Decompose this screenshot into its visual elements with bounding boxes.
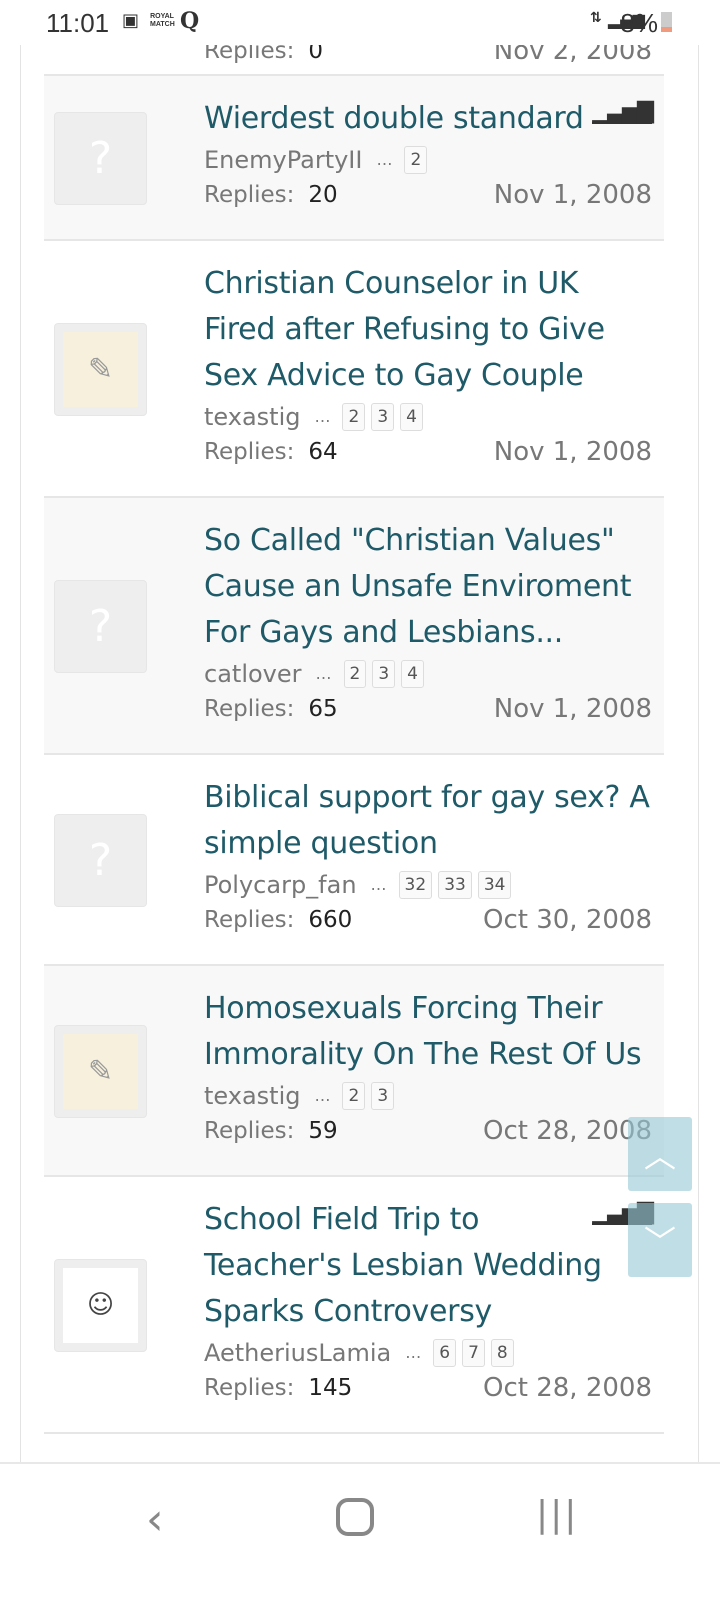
thread-author[interactable]: AetheriusLamia: [204, 1335, 391, 1371]
scroll-to-top-button[interactable]: ︿: [628, 1117, 692, 1191]
thread-row[interactable]: ☺ ▁▃▅▇ School Field Trip to Teacher's Lesb…: [44, 1177, 664, 1434]
page-link[interactable]: 34: [477, 871, 512, 899]
page-link[interactable]: 4: [401, 660, 424, 688]
question-mark-icon: ?: [88, 834, 113, 886]
thread-list: Replies: 0 Nov 2, 2008 ? ▁▃▅▇ Wierdest doubl…: [44, 45, 664, 1434]
page-link[interactable]: 2: [342, 1082, 366, 1110]
replies-label: Replies:: [204, 1375, 295, 1401]
recents-button[interactable]: |||: [536, 1494, 578, 1535]
status-time: 11:01: [46, 8, 110, 38]
thread-date: Oct 30, 2008: [483, 905, 652, 935]
thread-list-container: Replies: 0 Nov 2, 2008 ? ▁▃▅▇ Wierdest doubl…: [20, 45, 699, 1463]
ellipsis: …: [314, 1086, 331, 1105]
page-link[interactable]: 3: [371, 1082, 395, 1110]
replies-count: 59: [308, 1118, 338, 1144]
thread-title[interactable]: Homosexuals Forcing Their Immorality On …: [204, 986, 652, 1078]
replies-count: 20: [308, 182, 338, 208]
question-mark-icon: ?: [88, 600, 113, 652]
page-link[interactable]: 8: [490, 1339, 514, 1367]
image-icon: ▣: [122, 10, 140, 31]
ellipsis: …: [370, 875, 387, 894]
comic-avatar-image: ☺: [63, 1267, 138, 1343]
thread-row-partial[interactable]: Replies: 0 Nov 2, 2008: [44, 45, 664, 76]
thread-date: Oct 28, 2008: [483, 1116, 652, 1146]
page-link[interactable]: 3: [372, 660, 396, 688]
replies-label: Replies:: [204, 439, 295, 465]
scroll-to-bottom-button[interactable]: ﹀: [628, 1203, 692, 1277]
question-mark-icon: ?: [88, 132, 113, 184]
thread-date: Nov 2, 2008: [493, 45, 652, 66]
data-icon: ⇅: [590, 10, 602, 26]
page-link[interactable]: 6: [433, 1339, 457, 1367]
avatar-placeholder[interactable]: ?: [54, 111, 147, 205]
page-link[interactable]: 2: [343, 660, 367, 688]
ellipsis: …: [405, 1343, 422, 1362]
ellipsis: …: [315, 664, 332, 683]
thread-title[interactable]: School Field Trip to Teacher's Lesbian W…: [204, 1197, 652, 1335]
poll-stats-icon: ▁▃▅▇: [592, 99, 654, 124]
avatar-placeholder[interactable]: ?: [54, 579, 147, 673]
thread-title[interactable]: Wierdest double standard: [204, 96, 652, 142]
page-link[interactable]: 2: [404, 146, 428, 174]
page-link[interactable]: 32: [398, 871, 433, 899]
replies-label: Replies:: [204, 45, 295, 64]
thread-row[interactable]: ✎ Christian Counselor in UK Fired after R…: [44, 241, 664, 498]
thread-row[interactable]: ? So Called "Christian Values" Cause an U…: [44, 498, 664, 755]
thread-author[interactable]: texastig: [204, 1078, 300, 1114]
royal-match-icon: ROYAL MATCH: [150, 13, 175, 28]
battery-icon: [661, 12, 672, 32]
q-icon: Q: [180, 8, 200, 34]
thread-row[interactable]: ? ▁▃▅▇ Wierdest double standard EnemyParty…: [44, 76, 664, 241]
thread-date: Oct 28, 2008: [483, 1373, 652, 1403]
android-nav-bar: ‹ |||: [0, 1462, 720, 1600]
page-link[interactable]: 3: [371, 403, 395, 431]
thread-title[interactable]: Biblical support for gay sex? A simple q…: [204, 775, 652, 867]
replies-count: 145: [308, 1375, 353, 1401]
ellipsis: …: [314, 407, 331, 426]
page-link[interactable]: 7: [462, 1339, 485, 1367]
replies-label: Replies:: [204, 696, 295, 722]
page-link[interactable]: 4: [400, 403, 423, 431]
avatar-placeholder[interactable]: ?: [54, 813, 147, 907]
chevron-up-icon: ︿: [643, 1137, 676, 1175]
status-bar: 11:01 ▣ ROYAL MATCH Q ⇅ ▂▄▆ 8%: [0, 0, 720, 45]
ellipsis: …: [376, 150, 393, 169]
thread-author[interactable]: Polycarp_fan: [204, 867, 357, 903]
page-link[interactable]: 33: [438, 871, 472, 899]
replies-count: 64: [308, 439, 338, 465]
chevron-down-icon: ﹀: [643, 1223, 676, 1261]
thread-author[interactable]: catlover: [204, 656, 302, 692]
thread-title[interactable]: So Called "Christian Values" Cause an Un…: [204, 518, 652, 656]
thread-date: Nov 1, 2008: [493, 180, 652, 210]
thread-row[interactable]: ✎ Homosexuals Forcing Their Immorality On…: [44, 966, 664, 1177]
thread-date: Nov 1, 2008: [493, 694, 652, 724]
replies-count: 65: [308, 696, 338, 722]
replies-label: Replies:: [204, 1118, 295, 1144]
sketch-avatar-image: ✎: [63, 1033, 138, 1109]
sketch-avatar-image: ✎: [63, 331, 138, 407]
thread-row[interactable]: ? Biblical support for gay sex? A simple …: [44, 755, 664, 966]
replies-count: 0: [308, 45, 324, 64]
thread-date: Nov 1, 2008: [493, 437, 652, 467]
avatar[interactable]: ✎: [54, 322, 147, 416]
home-button[interactable]: [336, 1498, 374, 1536]
page-link[interactable]: 2: [342, 403, 366, 431]
replies-label: Replies:: [204, 907, 295, 933]
replies-label: Replies:: [204, 182, 295, 208]
thread-title[interactable]: Christian Counselor in UK Fired after Re…: [204, 261, 652, 399]
back-button[interactable]: ‹: [146, 1494, 164, 1545]
replies-count: 660: [308, 907, 353, 933]
thread-author[interactable]: EnemyPartyII: [204, 142, 362, 178]
thread-author[interactable]: texastig: [204, 399, 300, 435]
avatar[interactable]: ☺: [54, 1258, 147, 1352]
battery-percent: 8%: [620, 8, 658, 38]
avatar[interactable]: ✎: [54, 1024, 147, 1118]
